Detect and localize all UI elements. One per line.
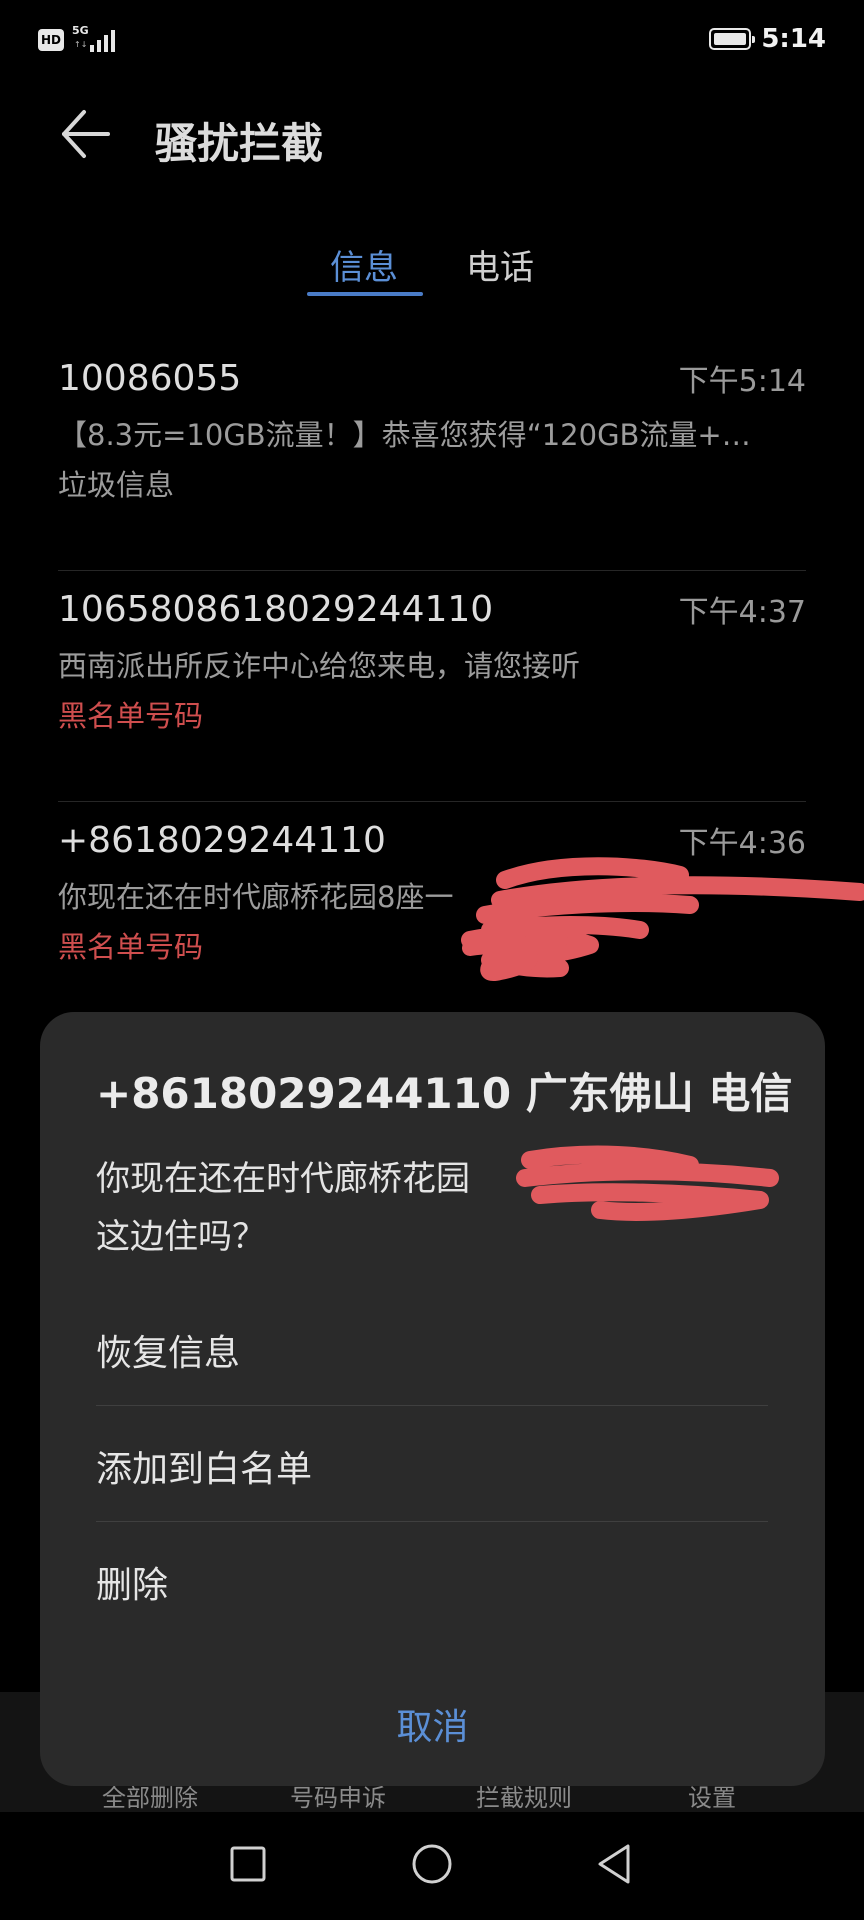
list-item[interactable]: 1065808618029244110 下午4:37 西南派出所反诈中心给您来电… xyxy=(58,571,806,802)
message-sender: 10086055 xyxy=(58,358,242,399)
tab-calls[interactable]: 电话 xyxy=(466,240,534,289)
message-time: 下午4:37 xyxy=(678,595,806,630)
message-time: 下午4:36 xyxy=(678,826,806,861)
action-label: 添加到白名单 xyxy=(96,1449,313,1490)
square-recent-icon xyxy=(230,1846,266,1882)
message-tag: 黑名单号码 xyxy=(58,699,204,733)
sheet-body-line: 这边住吗？ xyxy=(96,1217,266,1257)
status-right: 5:14 xyxy=(709,24,826,54)
hd-icon: HD xyxy=(38,29,64,51)
sheet-title: +8618029244110 广东佛山 电信 xyxy=(96,1069,793,1118)
list-item[interactable]: 10086055 下午5:14 【8.3元=10GB流量！】恭喜您获得“120G… xyxy=(58,340,806,571)
cancel-button[interactable]: 取消 xyxy=(40,1698,825,1750)
triangle-back-icon xyxy=(598,1844,630,1884)
message-preview: 【8.3元=10GB流量！】恭喜您获得“120GB流量+… xyxy=(58,418,751,452)
circle-home-icon xyxy=(412,1844,452,1884)
recent-apps-button[interactable] xyxy=(224,1840,272,1888)
nav-back-button[interactable] xyxy=(592,1840,640,1888)
battery-icon xyxy=(709,28,756,50)
message-time: 下午5:14 xyxy=(678,364,806,399)
sheet-message-body: 你现在还在时代廊桥花园 这边住吗？ xyxy=(96,1150,776,1266)
home-button[interactable] xyxy=(408,1840,456,1888)
tab-bar: 信息 电话 xyxy=(0,230,864,300)
delete-button[interactable]: 删除 xyxy=(96,1522,768,1638)
add-to-whitelist-button[interactable]: 添加到白名单 xyxy=(96,1406,768,1522)
signal-bars xyxy=(90,30,115,52)
message-preview: 你现在还在时代廊桥花园8座一 xyxy=(58,880,454,914)
action-label: 删除 xyxy=(96,1565,169,1606)
status-bar: HD 5G ↑↓ 5:14 xyxy=(0,0,864,80)
message-sender: +8618029244110 xyxy=(58,820,386,861)
back-button[interactable] xyxy=(56,104,116,164)
message-list: 10086055 下午5:14 【8.3元=10GB流量！】恭喜您获得“120G… xyxy=(58,340,806,1033)
screen: HD 5G ↑↓ 5:14 骚扰拦截 信息 电话 10086055 下午5:14… xyxy=(0,0,864,1920)
message-preview: 西南派出所反诈中心给您来电，请您接听 xyxy=(58,649,581,683)
system-nav-bar xyxy=(0,1812,864,1920)
status-left: HD 5G ↑↓ xyxy=(38,24,122,54)
sheet-body-line: 你现在还在时代廊桥花园 xyxy=(96,1159,470,1199)
message-tag: 黑名单号码 xyxy=(58,930,204,964)
signal-icon: 5G ↑↓ xyxy=(72,24,122,54)
status-time: 5:14 xyxy=(761,24,826,54)
page-title: 骚扰拦截 xyxy=(155,119,324,168)
list-item[interactable]: +8618029244110 下午4:36 你现在还在时代廊桥花园8座一 黑名单… xyxy=(58,802,806,1033)
app-header: 骚扰拦截 xyxy=(0,96,864,176)
message-sender: 1065808618029244110 xyxy=(58,589,494,630)
network-activity: ↑↓ xyxy=(74,40,88,49)
action-label: 恢复信息 xyxy=(96,1333,241,1374)
tab-messages[interactable]: 信息 xyxy=(330,240,398,289)
message-tag: 垃圾信息 xyxy=(58,468,175,502)
restore-message-button[interactable]: 恢复信息 xyxy=(96,1290,768,1406)
tab-indicator xyxy=(307,292,423,296)
network-type: 5G xyxy=(72,24,89,37)
arrow-left-icon xyxy=(62,110,110,158)
